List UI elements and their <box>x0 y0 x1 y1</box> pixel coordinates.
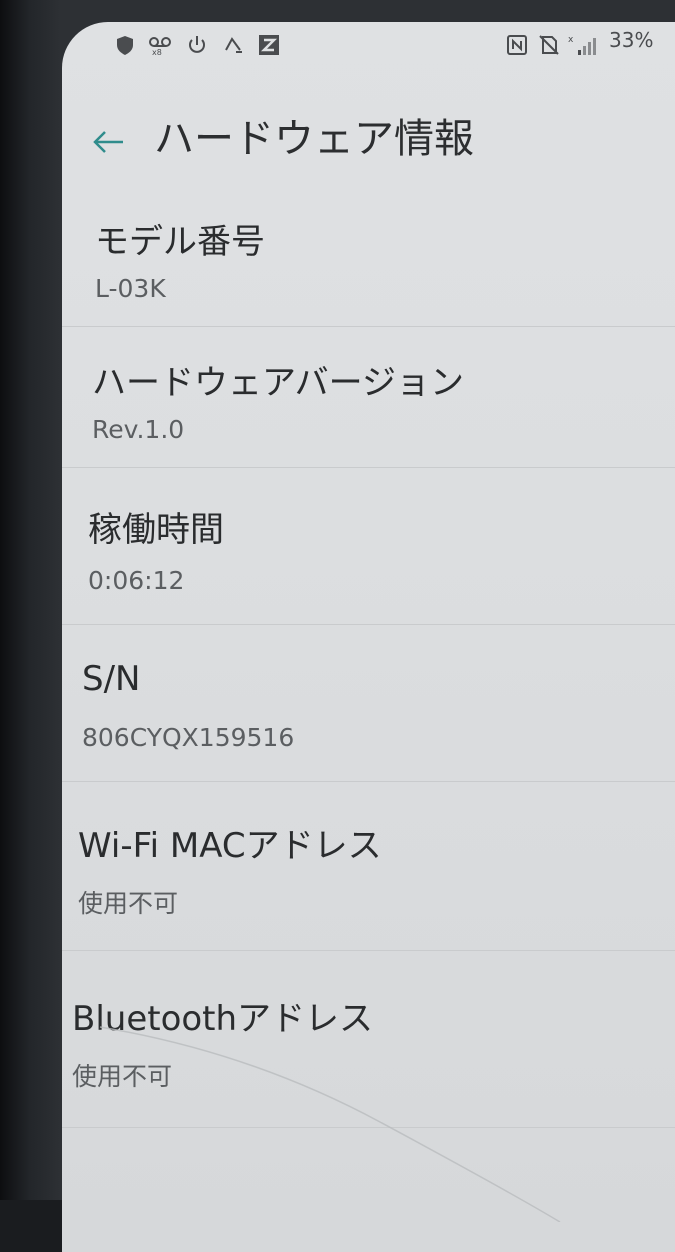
list-item-uptime[interactable]: 稼働時間 0:06:12 <box>62 468 675 625</box>
list-item-wifi-mac[interactable]: Wi-Fi MACアドレス 使用不可 <box>62 782 675 951</box>
nfc-icon <box>506 34 528 56</box>
shield-icon <box>114 34 136 56</box>
screen: x8 x 33% ハードウェア情報 モデル番号 L-03K ハードウェアバージョ… <box>62 22 675 1252</box>
no-sim-icon <box>538 34 560 56</box>
item-label: ハードウェアバージョン <box>92 363 464 403</box>
signal-icon: x <box>568 34 596 56</box>
item-value: Rev.1.0 <box>92 415 185 444</box>
item-label: 稼働時間 <box>88 510 224 550</box>
power-icon <box>186 34 208 56</box>
status-bar: x8 x 33% <box>62 22 675 58</box>
app-z-icon <box>258 34 280 56</box>
list-item-model-number[interactable]: モデル番号 L-03K <box>62 186 675 327</box>
svg-text:x: x <box>568 35 574 45</box>
hardware-info-list: モデル番号 L-03K ハードウェアバージョン Rev.1.0 稼働時間 0:0… <box>62 186 675 1128</box>
item-value: 806CYQX159516 <box>82 723 295 752</box>
list-item-hardware-version[interactable]: ハードウェアバージョン Rev.1.0 <box>62 327 675 468</box>
app-bar: ハードウェア情報 <box>62 82 675 172</box>
back-button[interactable] <box>88 124 128 164</box>
item-value: 使用不可 <box>78 889 179 918</box>
list-item-serial-number[interactable]: S/N 806CYQX159516 <box>62 625 675 782</box>
item-label: Wi-Fi MACアドレス <box>78 826 382 866</box>
item-value: L-03K <box>95 274 166 303</box>
item-value: 0:06:12 <box>88 566 185 595</box>
page-title: ハードウェア情報 <box>154 116 474 162</box>
voicemail-icon: x8 <box>148 34 171 57</box>
item-label: Bluetoothアドレス <box>72 999 374 1039</box>
item-label: モデル番号 <box>95 222 265 262</box>
battery-percent: 33% <box>609 28 654 52</box>
item-value: 使用不可 <box>72 1062 173 1091</box>
item-label: S/N <box>82 659 141 699</box>
arrow-left-icon <box>91 130 125 158</box>
list-item-bluetooth-address[interactable]: Bluetoothアドレス 使用不可 <box>62 951 675 1128</box>
cast-icon <box>222 34 244 56</box>
svg-text:x8: x8 <box>152 48 162 56</box>
